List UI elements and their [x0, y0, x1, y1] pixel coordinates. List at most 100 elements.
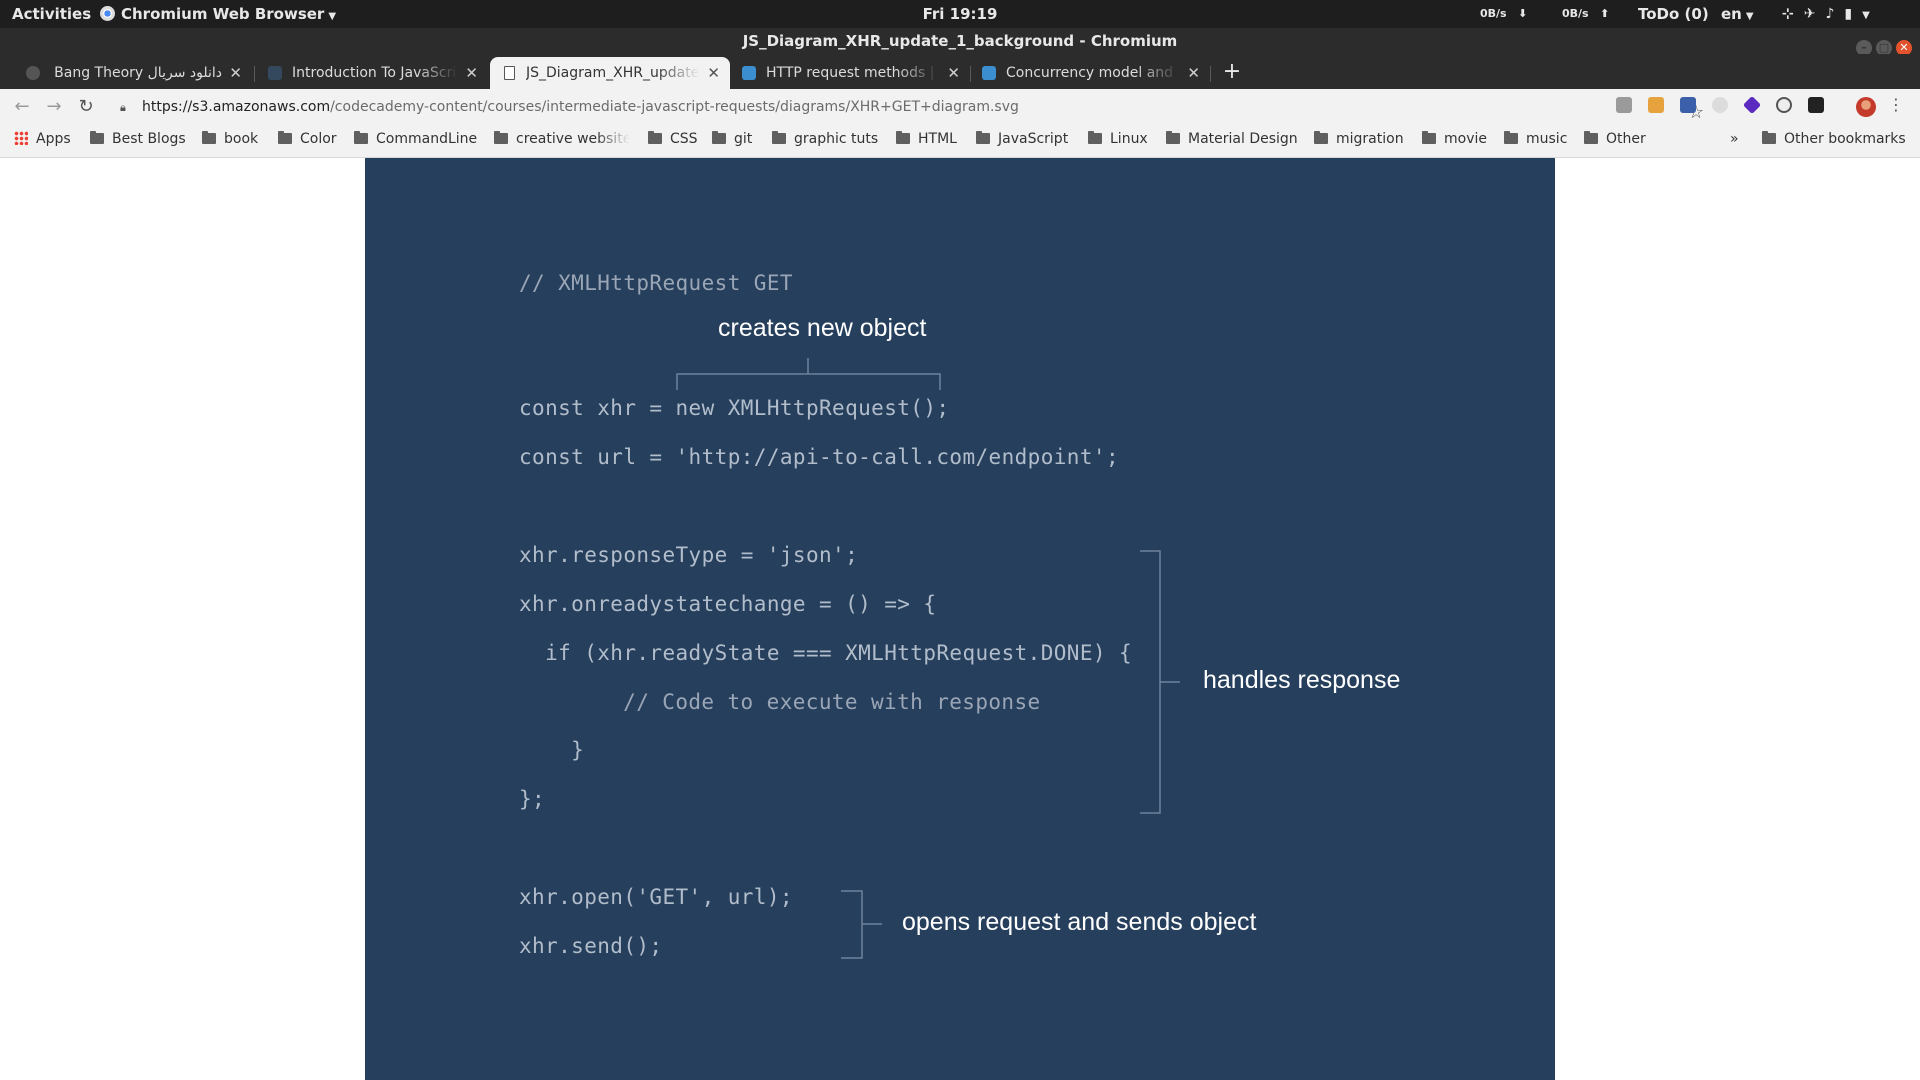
tab-close-icon[interactable]: ✕	[707, 57, 720, 89]
tab-concurrency-model[interactable]: Concurrency model and E ✕	[970, 57, 1210, 89]
tab-close-icon[interactable]: ✕	[229, 57, 242, 89]
bookmark-folder[interactable]: Color	[278, 126, 337, 152]
bookmark-folder[interactable]: Linux	[1088, 126, 1148, 152]
bookmark-label: Best Blogs	[112, 131, 186, 147]
tab-close-icon[interactable]: ✕	[1187, 57, 1200, 89]
tab-title: JS_Diagram_XHR_update	[526, 65, 700, 81]
bookmark-folder[interactable]: music	[1504, 126, 1567, 152]
bookmark-folder[interactable]: CSS	[648, 126, 698, 152]
tab-js-diagram-xhr[interactable]: JS_Diagram_XHR_update ✕	[490, 57, 730, 89]
mdn-favicon-icon	[982, 66, 996, 80]
extension-icons	[1616, 95, 1840, 119]
tab-separator	[254, 66, 255, 82]
handles-bracket	[1140, 550, 1180, 814]
system-top-bar: Activities Chromium Web Browser ▼ Fri 19:…	[0, 0, 1920, 28]
c-extension-icon[interactable]	[1776, 97, 1792, 113]
tab-http-request-methods[interactable]: HTTP request methods | M ✕	[730, 57, 970, 89]
clock[interactable]: Fri 19:19	[0, 0, 1920, 28]
cube-extension-icon[interactable]	[1742, 95, 1762, 115]
kebab-menu-icon[interactable]: ⋮	[1888, 95, 1904, 114]
folder-icon	[1422, 131, 1436, 144]
bookmark-label: Apps	[36, 131, 71, 147]
translate-extension-icon[interactable]	[1680, 97, 1696, 113]
bookmark-label: git	[734, 131, 753, 147]
forward-button[interactable]: →	[42, 95, 66, 119]
bookmark-folder[interactable]: JavaScript	[976, 126, 1068, 152]
folder-icon	[648, 131, 662, 144]
folder-icon	[1166, 131, 1180, 144]
circle-extension-icon[interactable]	[1712, 97, 1728, 113]
window-title: JS_Diagram_XHR_update_1_background - Chr…	[742, 32, 1178, 50]
window-controls: – □ ✕	[1852, 33, 1912, 56]
bookmark-apps[interactable]: Apps	[14, 126, 71, 152]
bookmark-folder[interactable]: HTML	[896, 126, 957, 152]
bookmark-folder[interactable]: Material Design	[1166, 126, 1298, 152]
tab-close-icon[interactable]: ✕	[947, 57, 960, 89]
folder-icon	[772, 131, 786, 144]
language-label: en	[1721, 5, 1742, 23]
bookmark-folder[interactable]: graphic tuts	[772, 126, 878, 152]
net-down-value: 0B/s	[1480, 7, 1507, 20]
window-title-bar[interactable]: JS_Diagram_XHR_update_1_background - Chr…	[0, 28, 1920, 56]
xhr-get-diagram: // XMLHttpRequest GET creates new object…	[365, 158, 1555, 1080]
code-line: xhr.onreadystatechange = () => {	[519, 592, 937, 616]
url-host: https://s3.amazonaws.com	[142, 99, 331, 115]
url-path: /codecademy-content/courses/intermediate…	[330, 99, 1019, 115]
folder-icon	[90, 131, 104, 144]
tab-intro-javascript[interactable]: Introduction To JavaScrip ✕	[256, 57, 488, 89]
folder-icon	[1762, 131, 1776, 144]
profile-avatar[interactable]	[1856, 97, 1876, 117]
reload-button[interactable]: ↻	[74, 95, 98, 119]
code-line-comment: // Code to execute with response	[571, 690, 1041, 714]
bolt-extension-icon[interactable]	[1808, 97, 1824, 113]
url-text[interactable]: https://s3.amazonaws.com/codecademy-cont…	[142, 93, 1019, 122]
lock-icon[interactable]: 🔒︎	[120, 93, 126, 122]
folder-icon	[712, 131, 726, 144]
bookmark-label: HTML	[918, 131, 957, 147]
net-download-speed: 0B/s ⬇	[1480, 0, 1527, 28]
bookmark-folder[interactable]: git	[712, 126, 752, 152]
code-line-comment: // XMLHttpRequest GET	[519, 271, 793, 295]
bookmark-label: Color	[300, 131, 337, 147]
bookmark-label: CommandLine	[376, 131, 478, 147]
annotation-handles-response: handles response	[1203, 666, 1401, 694]
camera-extension-icon[interactable]	[1616, 97, 1632, 113]
tab-close-icon[interactable]: ✕	[465, 57, 478, 89]
favicon-icon	[268, 66, 282, 80]
new-tab-button[interactable]: +	[1220, 54, 1244, 89]
other-bookmarks[interactable]: Other bookmarks	[1762, 126, 1906, 152]
bookmark-label: Other bookmarks	[1784, 131, 1906, 147]
back-button[interactable]: ←	[10, 95, 34, 119]
bookmark-folder[interactable]: Other	[1584, 126, 1646, 152]
bookmarks-bar: Apps Best Blogs book Color CommandLine c…	[0, 126, 1920, 158]
shield-extension-icon[interactable]	[1648, 97, 1664, 113]
code-line: const xhr = new XMLHttpRequest();	[519, 396, 950, 420]
code-line: if (xhr.readyState === XMLHttpRequest.DO…	[519, 641, 1133, 665]
address-bar[interactable]: 🔒︎ https://s3.amazonaws.com/codecademy-c…	[112, 93, 1704, 123]
tab-separator	[1210, 66, 1211, 82]
bookmark-label: music	[1526, 131, 1568, 147]
bookmark-folder[interactable]: Best Blogs	[90, 126, 186, 152]
tab-bang-theory[interactable]: دانلود سریال Bang Theory ✕	[14, 57, 252, 89]
todo-indicator[interactable]: ToDo (0)	[1638, 0, 1709, 28]
airplane-icon: ✈	[1803, 6, 1826, 22]
bookmarks-overflow-button[interactable]: »	[1730, 126, 1739, 152]
bookmark-folder[interactable]: book	[202, 126, 258, 152]
net-upload-speed: 0B/s ⬆	[1562, 0, 1609, 28]
bookmark-label: migration	[1336, 131, 1404, 147]
bookmark-label: book	[224, 131, 259, 147]
bookmark-folder[interactable]: migration	[1314, 126, 1404, 152]
code-line: };	[519, 787, 546, 811]
system-tray[interactable]: ⊹✈♪▮▼	[1782, 0, 1880, 28]
folder-icon	[494, 131, 508, 144]
browser-toolbar: ← → ↻ 🔒︎ https://s3.amazonaws.com/codeca…	[0, 89, 1920, 126]
net-up-value: 0B/s	[1562, 7, 1589, 20]
language-selector[interactable]: en ▼	[1721, 0, 1754, 28]
chevron-down-icon: ▼	[1745, 11, 1754, 22]
tab-title: Concurrency model and E	[1006, 65, 1180, 81]
bookmark-folder[interactable]: CommandLine	[354, 126, 477, 152]
bookmark-label: Material Design	[1188, 131, 1298, 147]
bookmark-folder[interactable]: movie	[1422, 126, 1487, 152]
bookmark-folder[interactable]: creative website	[494, 126, 630, 152]
creates-bracket	[676, 358, 941, 390]
